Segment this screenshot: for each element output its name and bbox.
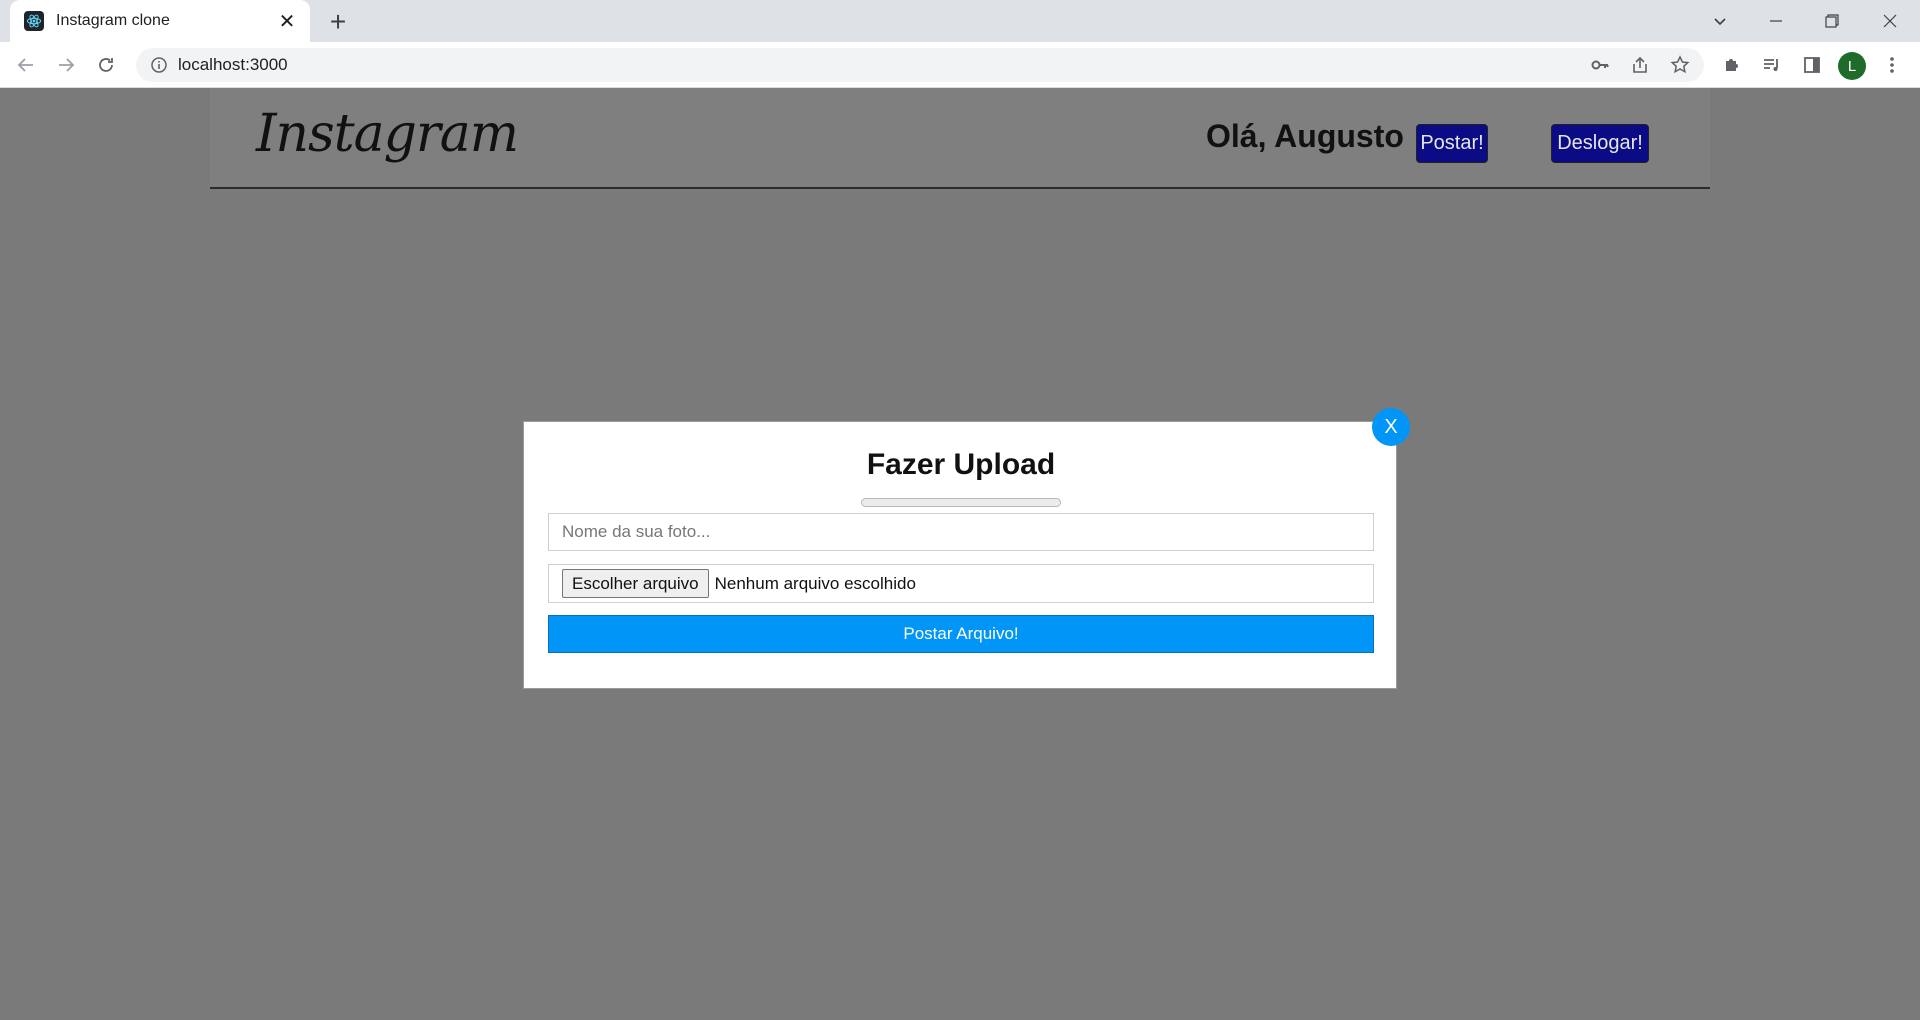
choose-file-button[interactable]: Escolher arquivo <box>562 569 709 598</box>
tab-title: Instagram clone <box>56 12 170 29</box>
forward-arrow-icon[interactable] <box>52 51 80 79</box>
reload-icon[interactable] <box>92 51 120 79</box>
post-button[interactable]: Postar! <box>1416 124 1488 163</box>
file-input[interactable]: Escolher arquivo Nenhum arquivo escolhid… <box>548 564 1374 603</box>
back-arrow-icon[interactable] <box>12 51 40 79</box>
tab-close-icon[interactable]: ✕ <box>276 10 298 33</box>
profile-avatar[interactable]: L <box>1838 52 1866 80</box>
address-bar[interactable]: localhost:3000 <box>136 48 1704 82</box>
browser-tab[interactable]: Instagram clone ✕ <box>10 0 310 42</box>
side-panel-icon[interactable] <box>1798 51 1826 79</box>
browser-tab-strip: Instagram clone ✕ + <box>0 0 1920 42</box>
upload-modal: Fazer Upload Escolher arquivo Nenhum arq… <box>523 421 1397 689</box>
file-status-text: Nenhum arquivo escolhido <box>714 573 916 593</box>
react-favicon-icon <box>24 11 44 31</box>
media-queue-icon[interactable] <box>1758 51 1786 79</box>
new-tab-button[interactable]: + <box>324 8 352 36</box>
photo-name-input[interactable] <box>548 513 1374 551</box>
logout-button[interactable]: Deslogar! <box>1551 124 1649 163</box>
password-key-icon[interactable] <box>1586 51 1614 79</box>
bookmark-star-icon[interactable] <box>1666 51 1694 79</box>
minimize-icon[interactable] <box>1748 0 1804 42</box>
instagram-logo[interactable]: Instagram <box>256 104 519 164</box>
url-text: localhost:3000 <box>178 55 288 74</box>
close-window-icon[interactable] <box>1862 0 1918 42</box>
tab-search-icon[interactable] <box>1692 0 1748 42</box>
restore-icon[interactable] <box>1804 0 1860 42</box>
more-menu-icon[interactable] <box>1878 51 1906 79</box>
site-info-icon[interactable] <box>142 48 176 82</box>
modal-title: Fazer Upload <box>866 448 1056 481</box>
upload-progress-bar <box>861 498 1061 507</box>
user-greeting: Olá, Augusto <box>1206 118 1404 154</box>
browser-toolbar: localhost:3000 L <box>0 42 1920 88</box>
extensions-puzzle-icon[interactable] <box>1718 51 1746 79</box>
app-header: Instagram Olá, Augusto Postar! Deslogar! <box>210 88 1710 189</box>
close-modal-button[interactable]: X <box>1372 408 1410 446</box>
submit-upload-button[interactable]: Postar Arquivo! <box>548 615 1374 653</box>
share-icon[interactable] <box>1626 51 1654 79</box>
